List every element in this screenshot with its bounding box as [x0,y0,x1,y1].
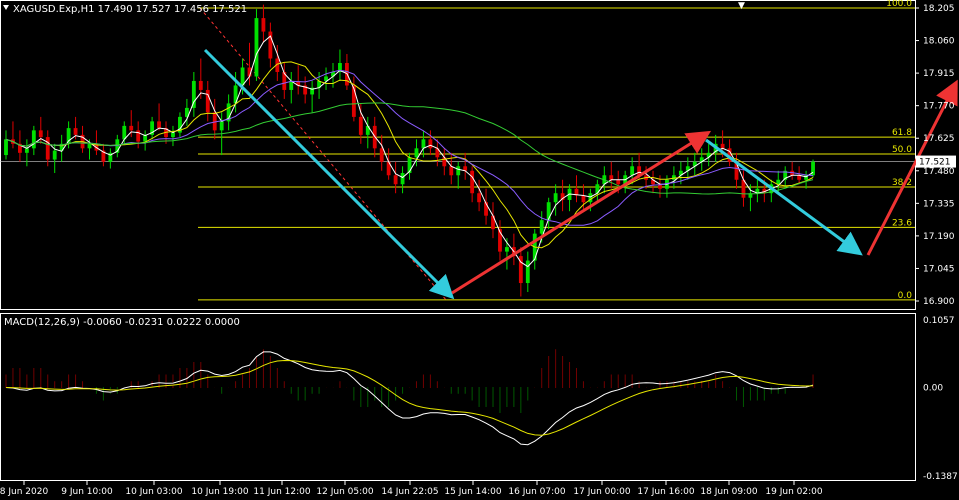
candle-body [400,173,405,185]
moving-average-line [5,102,814,195]
current-price-label: 17.521 [919,158,951,168]
trend-arrow[interactable] [203,48,455,300]
price-panel-border [0,0,916,310]
macd-signal-line [5,351,814,446]
candle-body [240,67,245,86]
time-tick-label: 19 Jun 02:00 [765,487,822,497]
fib-level-label: 61.8 [892,128,912,138]
price-tick-label: 18.060 [923,37,955,47]
candle-body [581,195,586,203]
candle-body [31,130,36,149]
time-tick-label: 8 Jun 2020 [0,487,48,497]
candle-body [630,166,635,176]
macd-signal-line [5,359,814,436]
time-tick-label: 14 Jun 22:05 [381,487,438,497]
candle-body [720,143,725,149]
price-tick-label: 17.770 [923,102,955,112]
time-tick-label: 9 Jun 10:00 [61,487,113,497]
candle-body [24,148,29,153]
candle-body [261,18,266,32]
candle-body [52,150,57,160]
time-tick-label: 10 Jun 03:00 [125,487,182,497]
price-tick-label: 18.205 [923,4,955,14]
candle-body [414,148,419,158]
time-tick-label: 16 Jun 07:00 [508,487,565,497]
moving-averages [5,35,814,268]
candle-body [553,193,558,203]
candle-body [505,247,509,252]
candle-body [616,179,621,185]
time-tick-label: 17 Jun 00:00 [573,487,630,497]
time-axis: 8 Jun 2020 9 Jun 10:00 10 Jun 03:00 10 Jun … [0,481,823,497]
candle-body [4,139,8,156]
candle-body [421,139,426,149]
candle-body [38,130,43,138]
symbol-header: XAGUSD.Exp,H1 17.490 17.527 17.456 17.52… [3,4,247,15]
time-tick-label: 17 Jun 16:00 [637,487,694,497]
moving-average-line [5,35,814,268]
candle-body [428,139,433,149]
price-tick-label: 17.480 [923,167,955,177]
candle-body [171,132,175,138]
candle-body [470,170,475,194]
corner-marker: ▼ [738,1,745,11]
candle-body [198,80,203,90]
macd-header-text: MACD(12,26,9) -0.0060 -0.0231 0.0222 0.0… [4,317,240,328]
macd-tick-label: 0.00 [923,383,943,393]
time-tick-label: 18 Jun 09:00 [700,487,757,497]
candle-body [393,175,398,185]
fib-level-label: 100.0 [886,0,912,9]
candle-body [525,260,530,284]
candle-body [45,137,50,160]
candle-body [379,148,384,162]
fib-level-label: 50.0 [892,145,912,155]
candle-body [254,18,259,77]
candle-body [546,202,551,221]
fib-level-label: 23.6 [892,218,912,228]
candle-body [358,116,363,135]
fib-level-label: 0.0 [898,291,913,301]
price-tick-label: 17.045 [923,264,955,274]
candle-body [129,125,134,131]
candle-body [449,166,454,176]
price-tick-label: 17.625 [923,134,955,144]
trading-chart-window: 100.0 61.8 50.0 38.2 23.6 0.0 18.205 18.060 17.… [0,0,959,500]
dropdown-triangle-icon[interactable] [3,5,9,10]
macd-indicator: 0.1057 0.00 -0.1387 [5,316,958,482]
candle-body [73,128,78,135]
trend-arrow[interactable] [451,130,712,295]
price-axis: 18.205 18.060 17.915 17.770 17.625 17.480 17.3… [915,4,956,307]
candle-body [157,121,161,129]
candle-body [539,220,544,234]
time-tick-label: 10 Jun 19:00 [191,487,248,497]
trend-arrow[interactable] [705,138,863,256]
price-tick-label: 17.335 [923,199,955,209]
chart-canvas[interactable]: 100.061.850.038.223.60.0 18.20518.06017.… [0,0,959,500]
price-tick-label: 16.900 [923,297,955,307]
time-tick-label: 15 Jun 14:00 [444,487,501,497]
candle-body [609,175,614,180]
macd-tick-label: 0.1057 [923,316,955,326]
time-tick-label: 12 Jun 05:00 [316,487,373,497]
candle-body [477,193,482,203]
price-tick-label: 17.915 [923,69,955,79]
time-tick-label: 11 Jun 12:00 [253,487,310,497]
fibonacci-levels[interactable]: 100.061.850.038.223.60.0 [0,0,915,301]
candle-body [205,89,210,113]
moving-average-line [5,69,814,226]
price-tick-label: 17.190 [923,232,955,242]
macd-panel-border [0,313,916,481]
symbol-header-text: XAGUSD.Exp,H1 17.490 17.527 17.456 17.52… [13,4,247,15]
candle-body [219,121,224,131]
candle-body [456,166,461,176]
candle-body [87,143,92,149]
macd-tick-label: -0.1387 [923,472,958,482]
